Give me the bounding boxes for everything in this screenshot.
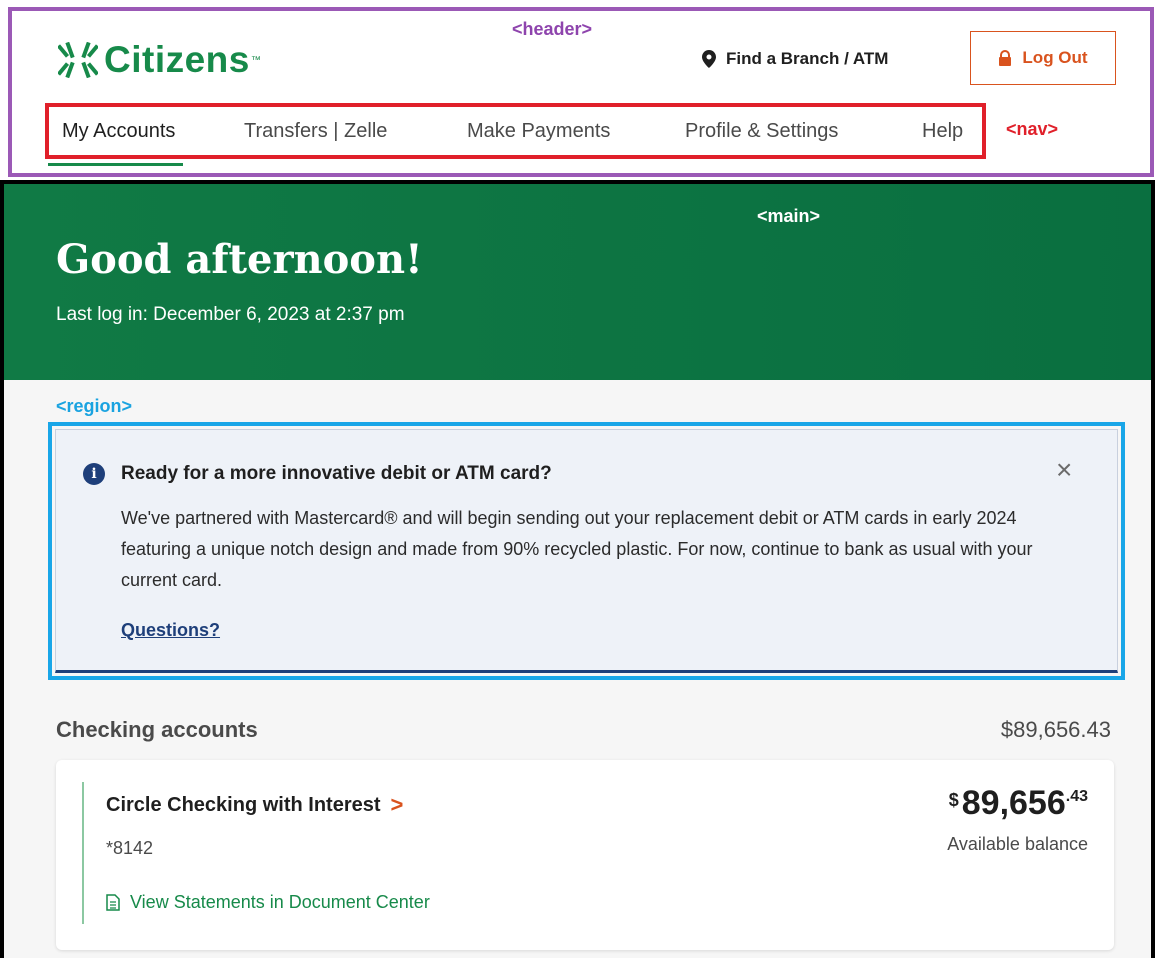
site-header: <header> Citizens ™ Find a Branch / ATM <box>8 7 1154 177</box>
citizens-logo-mark-icon <box>58 42 98 78</box>
logout-label: Log Out <box>1022 48 1088 67</box>
nav-item-profile-settings[interactable]: Profile & Settings <box>685 120 838 143</box>
view-statements-link[interactable]: View Statements in Document Center <box>106 892 430 913</box>
region-annotation-label: <region> <box>56 396 133 416</box>
alert-title: Ready for a more innovative debit or ATM… <box>121 463 552 484</box>
close-icon[interactable]: × <box>1056 456 1072 484</box>
account-number: *8142 <box>106 838 154 858</box>
main-nav: My Accounts Transfers | Zelle Make Payme… <box>45 103 986 159</box>
view-statements-label: View Statements in Document Center <box>130 892 430 912</box>
nav-item-make-payments[interactable]: Make Payments <box>467 120 610 143</box>
logo-wordmark: Citizens <box>104 39 250 80</box>
greeting-heading: Good afternoon! <box>56 236 423 283</box>
card-announcement-alert: i Ready for a more innovative debit or A… <box>55 429 1118 673</box>
main-content: <main> Good afternoon! Last log in: Dece… <box>0 180 1155 958</box>
find-branch-label: Find a Branch / ATM <box>726 49 889 68</box>
map-pin-icon <box>702 50 716 68</box>
main-annotation-label: <main> <box>757 206 821 226</box>
balance-dollars: 89,656 <box>961 784 1066 822</box>
nav-item-transfers-zelle[interactable]: Transfers | Zelle <box>244 120 387 143</box>
balance-cents: .43 <box>1065 788 1088 805</box>
nav-annotation-label: <nav> <box>1006 119 1059 139</box>
logo-trademark: ™ <box>250 54 261 66</box>
nav-active-indicator <box>48 163 183 166</box>
account-accent-line <box>82 782 84 924</box>
nav-item-help[interactable]: Help <box>922 120 963 143</box>
greeting-banner: <main> Good afternoon! Last log in: Dece… <box>4 184 1151 380</box>
available-balance: $ 89,656 .43 <box>949 784 1088 823</box>
balance-currency-symbol: $ <box>948 790 959 810</box>
logout-button[interactable]: Log Out <box>970 31 1116 85</box>
account-name-link[interactable]: Circle Checking with Interest > <box>106 792 403 818</box>
questions-link[interactable]: Questions? <box>121 620 220 641</box>
account-name: Circle Checking with Interest <box>106 793 381 816</box>
last-login-text: Last log in: December 6, 2023 at 2:37 pm <box>56 304 405 325</box>
account-card: Circle Checking with Interest > *8142 Vi… <box>56 760 1114 950</box>
nav-item-my-accounts[interactable]: My Accounts <box>62 120 175 143</box>
header-annotation-label: <header> <box>512 19 593 39</box>
alert-region: i Ready for a more innovative debit or A… <box>48 422 1125 680</box>
find-branch-link[interactable]: Find a Branch / ATM <box>702 49 888 69</box>
checking-accounts-heading: Checking accounts <box>56 717 258 742</box>
checking-accounts-total: $89,656.43 <box>1000 717 1111 742</box>
citizens-logo[interactable]: Citizens ™ <box>58 39 261 81</box>
chevron-right-icon: > <box>390 792 404 817</box>
balance-label: Available balance <box>947 834 1088 854</box>
info-icon: i <box>83 463 105 485</box>
alert-body: We've partnered with Mastercard® and wil… <box>121 508 1033 590</box>
document-icon <box>106 894 120 911</box>
lock-icon <box>999 50 1012 66</box>
